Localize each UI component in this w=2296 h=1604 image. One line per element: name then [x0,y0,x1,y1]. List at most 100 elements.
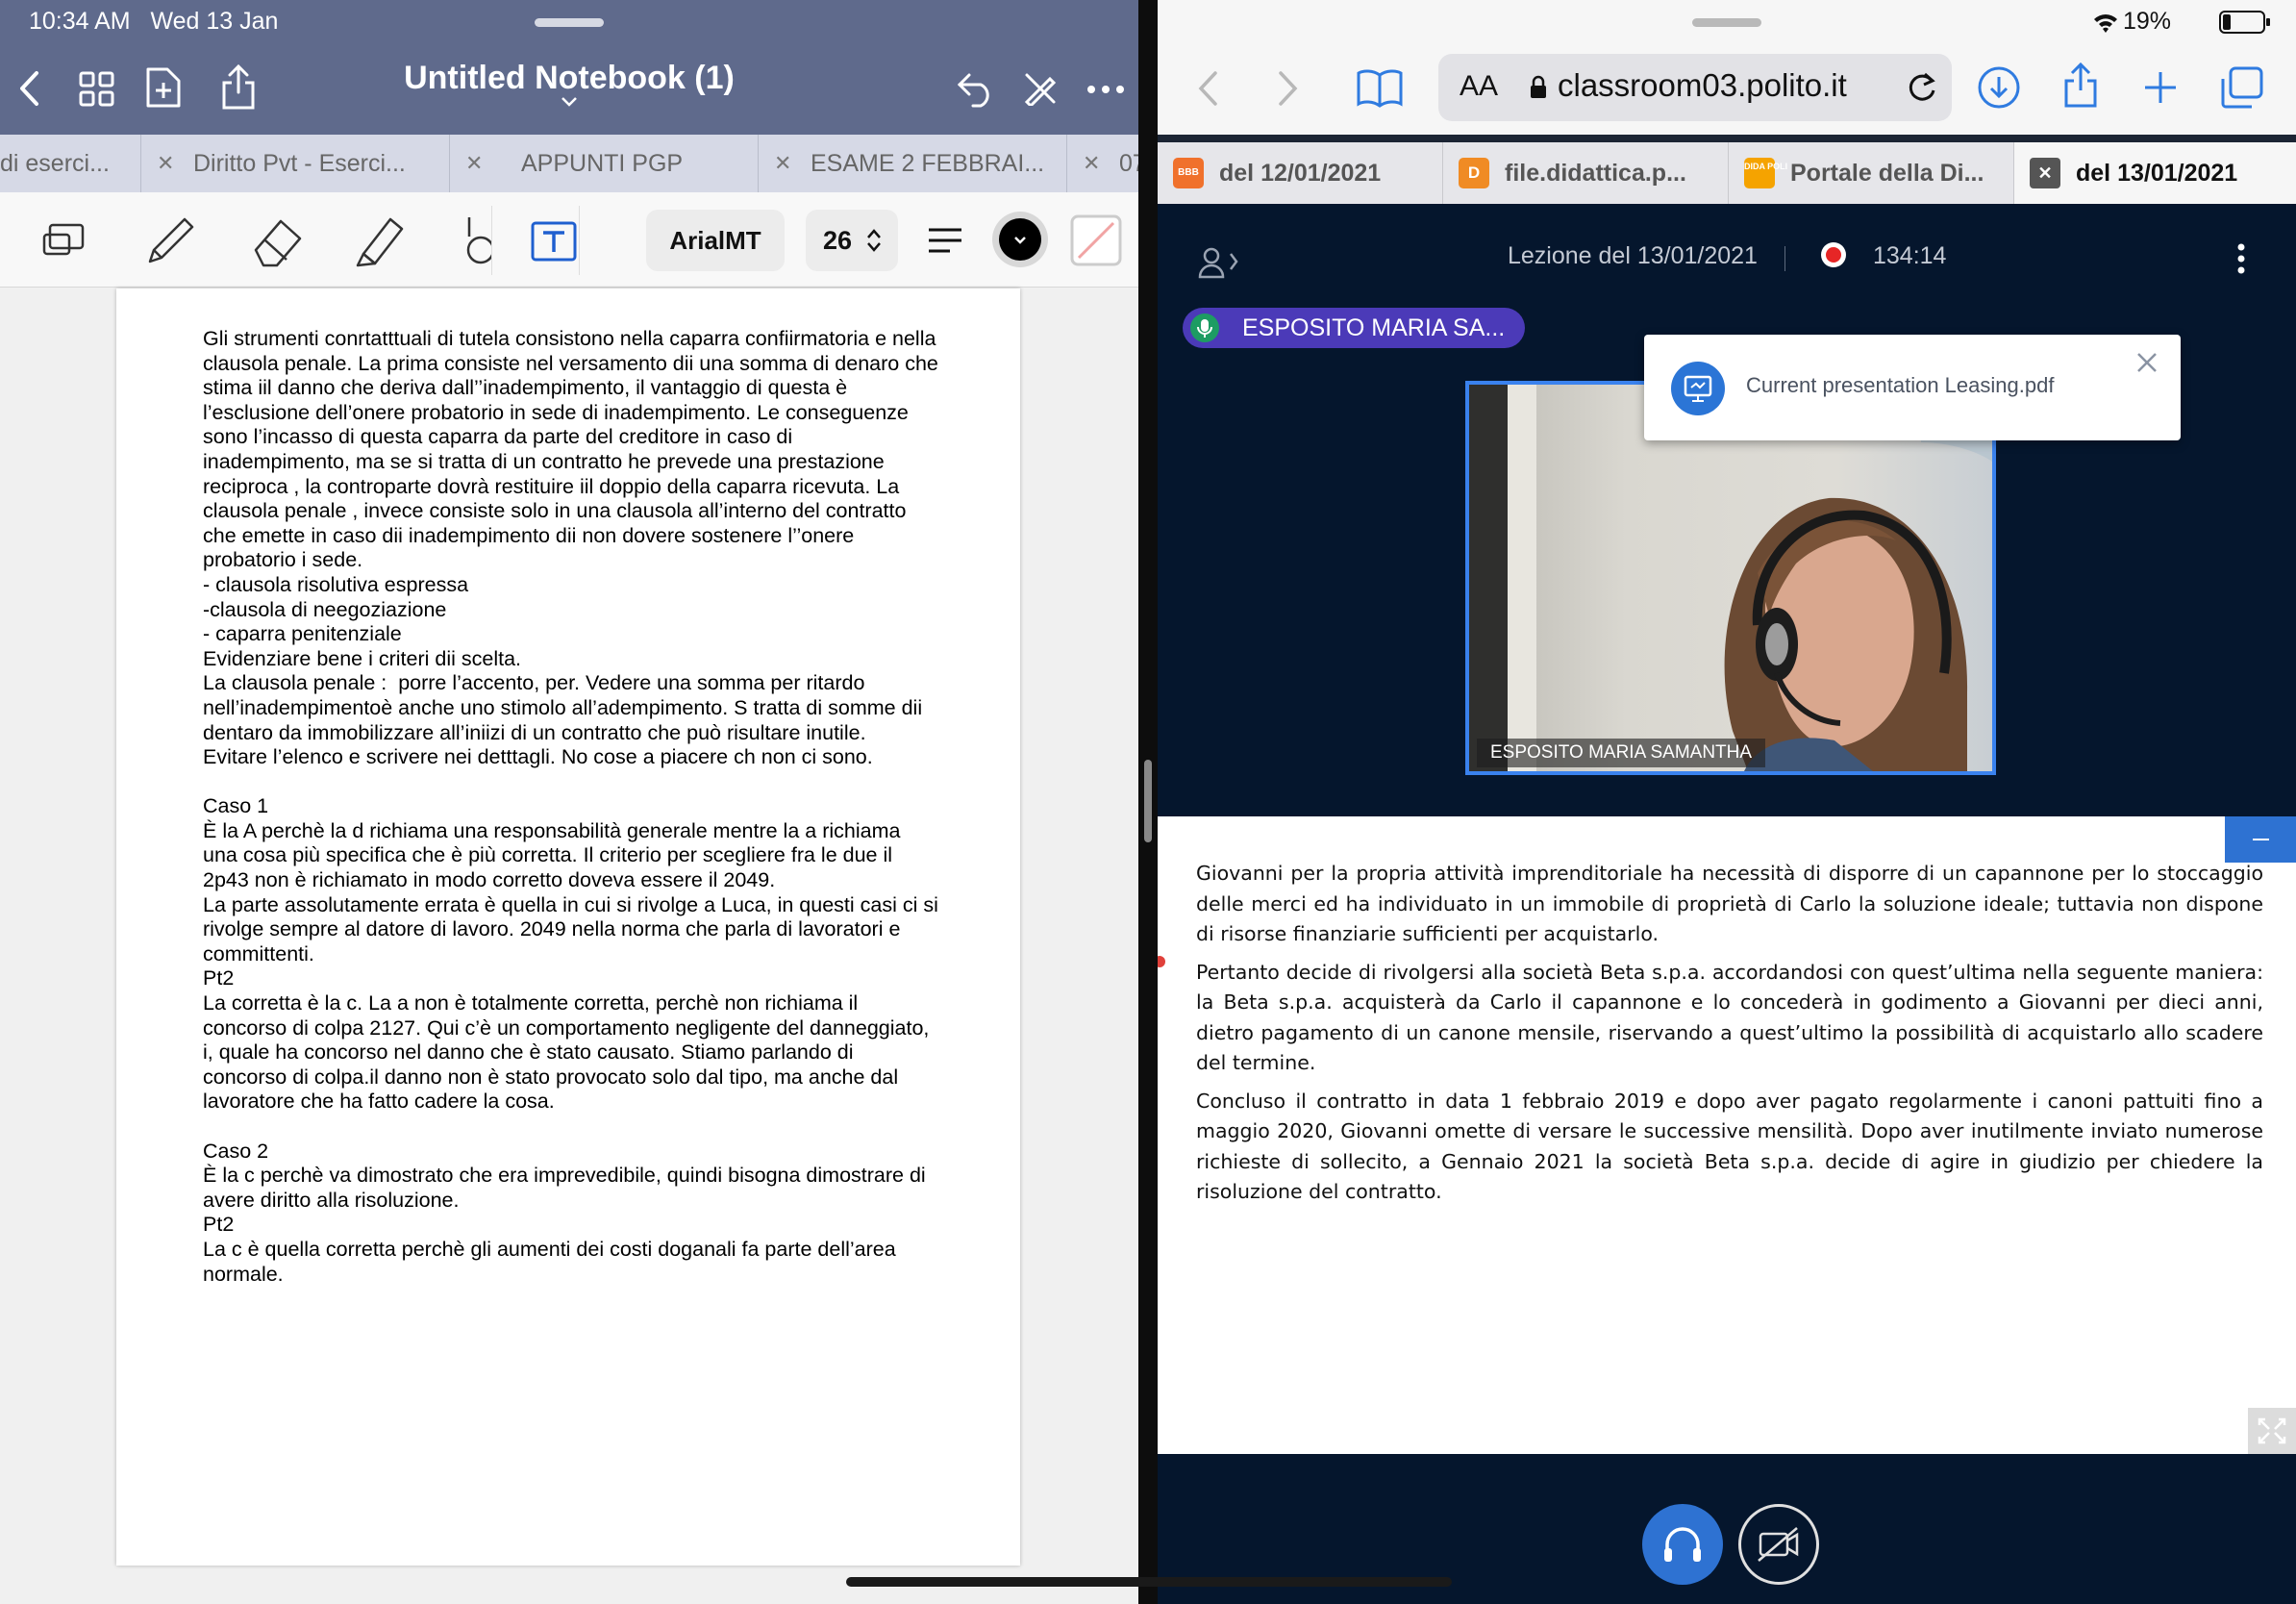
page-text-line: 2p43 non è richiamato in modo corretto d… [203,868,776,892]
divider-handle[interactable] [1144,760,1152,842]
audio-button[interactable] [1642,1504,1723,1585]
page-text-line: sono l’incasso di questa caparra da part… [203,425,793,449]
page-text-line [203,1115,972,1140]
microphone-icon [1190,313,1219,342]
notebook-tab[interactable]: di eserci... [0,135,141,192]
camera-button[interactable] [1738,1504,1819,1585]
page-text-line: La parte assolutamente errata è quella i… [203,892,938,916]
close-icon[interactable]: ✕ [774,135,791,192]
address-bar[interactable]: AA classroom03.polito.it [1438,54,1952,121]
safari-tabs: BBB del 12/01/2021 Dfile.didattica.p... D… [1158,142,2296,204]
page-text-line: Caso 2 [203,1139,269,1163]
options-menu-icon[interactable] [2236,242,2246,275]
font-size-selector[interactable]: 26 [806,210,898,271]
color-picker[interactable] [992,212,1048,267]
shapes-icon[interactable] [460,212,492,267]
close-icon[interactable] [2136,352,2158,373]
fullscreen-button[interactable] [2248,1408,2296,1454]
browser-tab-active[interactable]: ✕ del 13/01/2021 [2014,142,2296,204]
minimize-presentation-button[interactable] [2225,816,2296,863]
notes-navbar: 10:34 AM Wed 13 Jan Untitled Notebook (1… [0,0,1138,135]
close-icon[interactable]: ✕ [465,135,483,192]
page-text-line: stima iil danno che deriva dall’’inademp… [203,376,848,400]
back-icon[interactable] [1196,69,1219,108]
notebook-page[interactable]: Gli strumenti conrtatttuali di tutela co… [116,288,1020,1566]
meeting-header: Lezione del 13/01/2021 134:14 [1158,204,2296,310]
close-icon[interactable]: ✕ [1083,135,1100,192]
home-indicator[interactable] [846,1577,1452,1587]
page-text-line: dentaro da immobilizzare all’iniizi di u… [203,720,866,744]
more-icon[interactable] [1086,85,1125,94]
text-tool-icon[interactable] [531,221,577,262]
presentation-icon [1671,362,1725,415]
browser-tab[interactable]: DIDA POLI Portale della Di... [1729,142,2014,204]
page-text-line: È la A perchè la d richiama una responsa… [203,818,901,842]
eraser-icon[interactable] [248,212,306,267]
highlighter-icon[interactable] [352,212,408,267]
header-separator [1784,246,1785,271]
notebook-tab[interactable]: ✕07 [1067,135,1138,192]
downloads-icon[interactable] [1977,65,2021,110]
page-text-line: La corretta è la c. La a non è totalment… [203,991,859,1015]
disable-pen-icon[interactable] [1023,71,1058,106]
status-time: 10:34 AM Wed 13 Jan [29,8,279,35]
pen-icon[interactable] [144,212,198,267]
page-text-line: - caparra penitenziale [203,622,402,646]
align-left-icon[interactable] [927,227,963,254]
notebook-tab[interactable]: ✕ Diritto Pvt - Eserci... [141,135,450,192]
page-text-line: Evidenziare bene i criteri dii scelta. [203,646,522,670]
page-text-line: Evitare l’elenco e scrivere nei detttagl… [203,745,873,769]
share-icon[interactable] [2061,62,2100,110]
close-icon[interactable]: ✕ [157,135,174,192]
forward-icon[interactable] [1277,69,1300,108]
page-text-line: reciproca , la controparte dovrà restitu… [203,474,900,498]
presenter-cursor [1158,956,1165,967]
page-text-line [203,770,972,795]
presentation-toast: Current presentation Leasing.pdf [1644,335,2181,440]
notebook-tab[interactable]: ✕ ESAME 2 FEBBRAI... [759,135,1067,192]
page-text-line: inadempimento, ma se si tratta di un con… [203,449,885,473]
page-text-line: Pt2 [203,966,235,990]
page-text-line: concorso di colpa 2127. Qui c’è un compo… [203,1015,930,1040]
didattica-favicon: D [1459,158,1489,188]
notes-toolbar: ArialMT 26 [0,192,1138,288]
multitasking-grabber[interactable] [535,18,604,27]
notes-app: 10:34 AM Wed 13 Jan Untitled Notebook (1… [0,0,1138,1604]
page-text-line: probatorio i sede. [203,548,363,572]
close-tab-icon[interactable]: ✕ [2030,158,2060,188]
page-text-line: che emette in caso dii inadempimento dii… [203,523,855,547]
bookmarks-icon[interactable] [1356,67,1404,108]
new-tab-icon[interactable] [2142,69,2179,106]
notebook-tabs: di eserci... ✕ Diritto Pvt - Eserci... ✕ A… [0,135,1138,193]
video-caption: ESPOSITO MARIA SAMANTHA [1477,739,1766,767]
wifi-icon [2094,14,2117,33]
recording-indicator-icon[interactable] [1821,242,1846,267]
presenter-figure [1724,385,1992,771]
multitasking-grabber[interactable] [1692,18,1761,27]
lasso-icon[interactable] [40,221,87,260]
safari-toolbar: 19% AA classroom03.polito.it [1158,0,2296,135]
user-list-toggle-icon[interactable] [1198,246,1242,279]
talking-indicator[interactable]: ESPOSITO MARIA SA... [1183,308,1525,348]
browser-tab[interactable]: BBB del 12/01/2021 [1158,142,1443,204]
notebook-tab[interactable]: ✕ APPUNTI PGP [450,135,759,192]
page-text-line: normale. [203,1262,284,1286]
undo-icon[interactable] [956,69,996,108]
page-text-line: nell’inadempimentoè anche uno stimolo al… [203,695,923,719]
fullscreen-icon [2258,1417,2286,1444]
page-text-line: l’esclusione dell’onere probatorio in se… [203,400,909,424]
font-selector[interactable]: ArialMT [646,210,785,271]
tabs-overview-icon[interactable] [2219,65,2265,110]
reload-icon[interactable] [1906,71,1938,104]
battery-percent: 19% [2123,8,2172,35]
browser-tab[interactable]: Dfile.didattica.p... [1443,142,1729,204]
page-text-box[interactable]: Gli strumenti conrtatttuali di tutela co… [203,327,972,1287]
no-fill-icon[interactable] [1069,213,1123,267]
split-view-divider[interactable] [1138,0,1158,1604]
page-text-line: Gli strumenti conrtatttuali di tutela co… [203,327,936,350]
chevron-down-icon[interactable] [561,96,578,108]
presentation-slide[interactable]: Giovanni per la propria attività imprend… [1158,816,2296,1454]
chevron-down-icon [1014,237,1026,244]
reader-text-size-button[interactable]: AA [1460,70,1498,103]
url-text[interactable]: classroom03.polito.it [1558,67,1847,104]
